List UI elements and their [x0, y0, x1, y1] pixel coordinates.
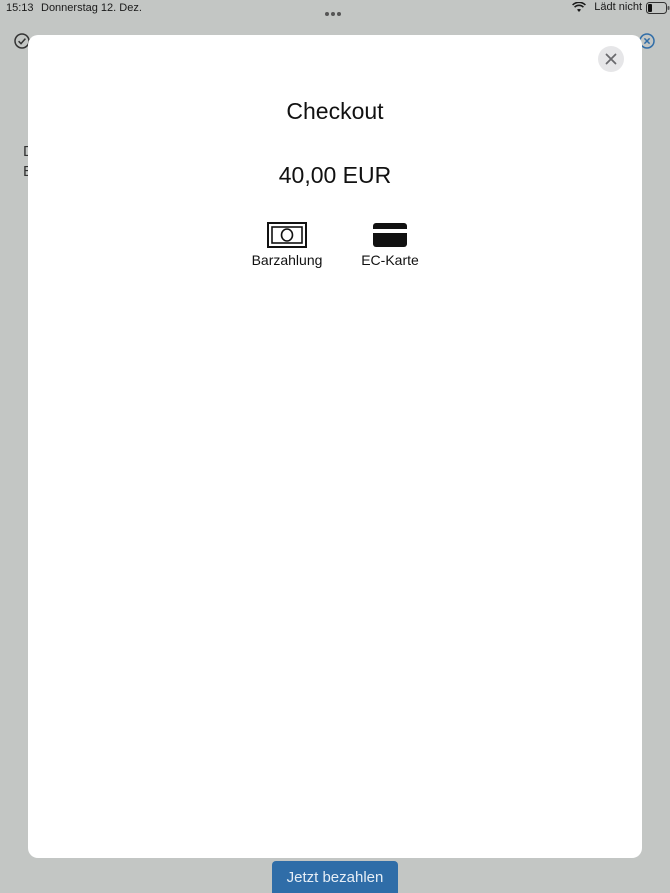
status-bar: 15:13 Donnerstag 12. Dez. Lädt nicht — [0, 0, 670, 18]
payment-option-card[interactable]: EC-Karte — [358, 222, 422, 268]
payment-option-cash[interactable]: Barzahlung — [248, 222, 326, 268]
battery-icon — [646, 2, 670, 14]
checkout-modal: Checkout 40,00 EUR Barzahlung EC-Karte — [28, 35, 642, 858]
pay-now-button[interactable]: Jetzt bezahlen — [272, 861, 398, 893]
card-icon — [373, 223, 407, 247]
charging-status: Lädt nicht — [594, 1, 642, 13]
status-date: Donnerstag 12. Dez. — [41, 2, 142, 14]
payment-option-label: EC-Karte — [361, 252, 419, 268]
wifi-icon — [572, 2, 586, 12]
status-time: 15:13 — [6, 2, 34, 14]
cash-icon — [267, 222, 307, 248]
checkout-amount: 40,00 EUR — [278, 162, 392, 188]
modal-title: Checkout — [286, 98, 384, 124]
close-icon — [605, 53, 617, 65]
multitasking-dots-icon[interactable] — [325, 7, 345, 16]
close-button[interactable] — [598, 46, 624, 72]
payment-option-label: Barzahlung — [251, 252, 323, 268]
